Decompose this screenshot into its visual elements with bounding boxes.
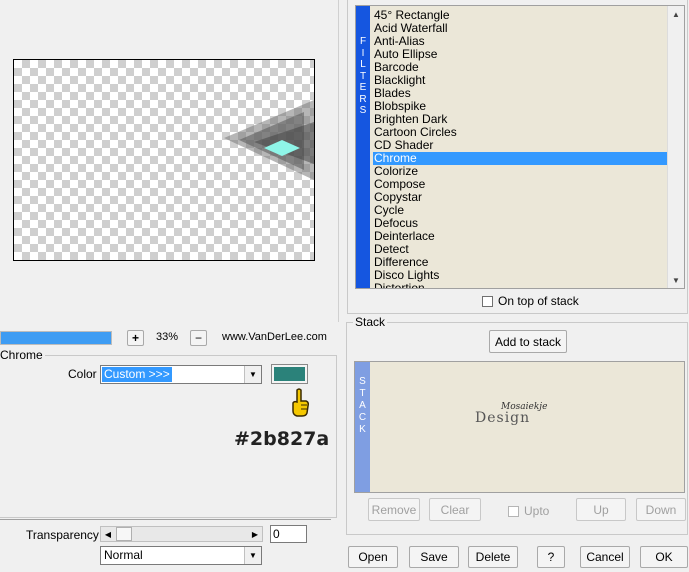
preview-canvas[interactable] xyxy=(13,59,315,261)
add-to-stack-button[interactable]: Add to stack xyxy=(489,330,567,353)
hex-color-text: #2b827a xyxy=(234,428,330,450)
on-top-checkbox[interactable] xyxy=(482,295,493,307)
open-button[interactable]: Open xyxy=(348,546,398,568)
slider-thumb[interactable] xyxy=(116,527,132,541)
upto-checkbox[interactable] xyxy=(508,505,519,517)
zoom-out-button[interactable]: − xyxy=(190,330,207,346)
transparency-divider xyxy=(0,519,331,520)
pointing-hand-icon xyxy=(288,388,312,418)
zoom-value: 33% xyxy=(155,331,179,343)
transparency-label: Transparency xyxy=(26,528,99,542)
down-button[interactable]: Down xyxy=(636,498,686,521)
on-top-label: On top of stack xyxy=(498,294,579,308)
filters-vertical-letter: E xyxy=(359,82,367,93)
upto-label: Upto xyxy=(524,504,550,518)
preview-shape xyxy=(224,100,314,180)
filters-vertical-letter: R xyxy=(359,93,367,105)
delete-button[interactable]: Delete xyxy=(468,546,518,568)
settings-group-label: Chrome xyxy=(0,348,45,362)
scroll-up-icon[interactable]: ▲ xyxy=(668,6,684,22)
blend-mode-select[interactable]: Normal ▼ xyxy=(100,546,262,565)
filters-vertical-letter: I xyxy=(361,47,365,59)
color-swatch-button[interactable] xyxy=(271,364,308,384)
stack-list[interactable]: STACK Mosaiekje Design xyxy=(354,361,685,493)
stack-vertical-letter: A xyxy=(359,400,366,411)
watermark-text-2: Design xyxy=(475,410,531,426)
progress-fill xyxy=(1,332,111,344)
zoom-in-button[interactable]: + xyxy=(127,330,144,346)
filter-item[interactable]: Distortion xyxy=(373,282,667,289)
filter-item[interactable]: Blacklight xyxy=(373,74,667,87)
vanderlee-link[interactable]: www.VanDerLee.com xyxy=(222,331,327,343)
chevron-down-icon: ▼ xyxy=(244,547,261,564)
color-swatch xyxy=(274,367,305,381)
ok-button[interactable]: OK xyxy=(640,546,688,568)
watermark-logo: Mosaiekje Design xyxy=(475,400,565,430)
color-select[interactable]: Custom >>> ▼ xyxy=(100,365,262,384)
stack-vertical-letter: K xyxy=(359,424,366,435)
color-label: Color xyxy=(68,367,97,381)
filters-list[interactable]: FILTERS 45° Rectangle Acid Waterfall Anti-… xyxy=(355,5,685,289)
filters-vertical-letter: S xyxy=(359,105,367,116)
stack-vertical-label: STACK xyxy=(355,362,370,492)
up-button[interactable]: Up xyxy=(576,498,626,521)
filter-item[interactable]: Deinterlace xyxy=(373,230,667,243)
help-button[interactable]: ? xyxy=(537,546,565,568)
filters-vertical-label: FILTERS xyxy=(356,6,370,288)
filters-items: 45° Rectangle Acid Waterfall Anti-Alias Aut… xyxy=(373,9,667,289)
stack-vertical-letter: T xyxy=(359,388,366,399)
chevron-down-icon: ▼ xyxy=(244,366,261,383)
stack-group-label: Stack xyxy=(353,315,388,329)
scroll-down-icon[interactable]: ▼ xyxy=(668,272,684,288)
stack-vertical-letter: C xyxy=(358,412,367,423)
filters-vertical-letter: F xyxy=(359,36,367,47)
save-button[interactable]: Save xyxy=(409,546,459,568)
slider-right-arrow[interactable]: ▶ xyxy=(248,527,262,541)
slider-left-arrow[interactable]: ◀ xyxy=(101,527,115,541)
clear-button[interactable]: Clear xyxy=(429,498,481,521)
stack-vertical-letter: S xyxy=(359,376,366,387)
on-top-checkbox-row[interactable]: On top of stack xyxy=(482,294,579,308)
filters-vertical-letter: T xyxy=(359,70,367,82)
filters-scrollbar[interactable]: ▲ ▼ xyxy=(667,6,684,288)
filter-item[interactable]: CD Shader xyxy=(373,139,667,152)
filter-item[interactable]: Copystar xyxy=(373,191,667,204)
remove-button[interactable]: Remove xyxy=(368,498,420,521)
blend-mode-value: Normal xyxy=(104,548,143,562)
filters-vertical-letter: L xyxy=(360,59,366,70)
upto-checkbox-row[interactable]: Upto xyxy=(508,504,549,518)
transparency-input[interactable]: 0 xyxy=(270,525,307,543)
progress-bar xyxy=(0,331,112,345)
color-select-value: Custom >>> xyxy=(102,367,172,382)
cancel-button[interactable]: Cancel xyxy=(580,546,630,568)
transparency-slider[interactable]: ◀ ▶ xyxy=(100,526,263,542)
